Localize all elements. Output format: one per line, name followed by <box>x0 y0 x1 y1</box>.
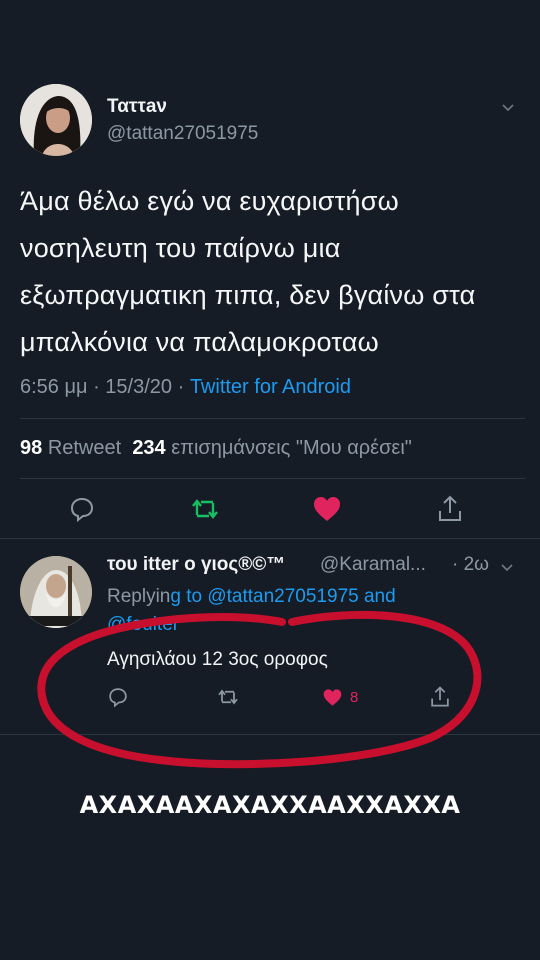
like-label[interactable]: επισημάνσεις "Μου αρέσει" <box>171 437 412 459</box>
author-handle[interactable]: @tattan27051975 <box>107 123 258 145</box>
tweet-timestamp: 6:56 μμ · 15/3/20 · <box>20 376 190 398</box>
tweet-stats: 98 Retweet 234 επισημάνσεις "Μου αρέσει" <box>20 437 412 460</box>
tweet-text: Άμα θέλω εγώ να ευχαριστήσω νοσηλευτη το… <box>20 186 476 357</box>
tweet-meta: 6:56 μμ · 15/3/20 · Twitter for Android <box>20 376 351 399</box>
retweet-icon[interactable] <box>187 491 223 527</box>
divider <box>20 478 525 479</box>
caption-text: ΑΧΑΧΑΑΧΑΧΑΧΧΑΑΧΧΑΧΧΑ <box>79 791 461 819</box>
tweet-source-link[interactable]: Twitter for Android <box>190 376 351 398</box>
reply-icon[interactable] <box>64 491 100 527</box>
like-count[interactable]: 234 <box>132 437 165 459</box>
annotation-circle <box>37 610 482 769</box>
divider <box>20 418 525 419</box>
retweet-count[interactable]: 98 <box>20 437 42 459</box>
author-avatar[interactable] <box>20 84 92 156</box>
author-name[interactable]: Ταττaν <box>107 96 167 118</box>
reply-chevron-down-icon[interactable] <box>500 561 514 575</box>
share-icon[interactable] <box>432 491 468 527</box>
divider <box>0 538 540 539</box>
chevron-down-icon[interactable] <box>500 100 516 116</box>
retweet-label[interactable]: Retweet <box>48 437 121 459</box>
like-icon[interactable] <box>309 491 345 527</box>
